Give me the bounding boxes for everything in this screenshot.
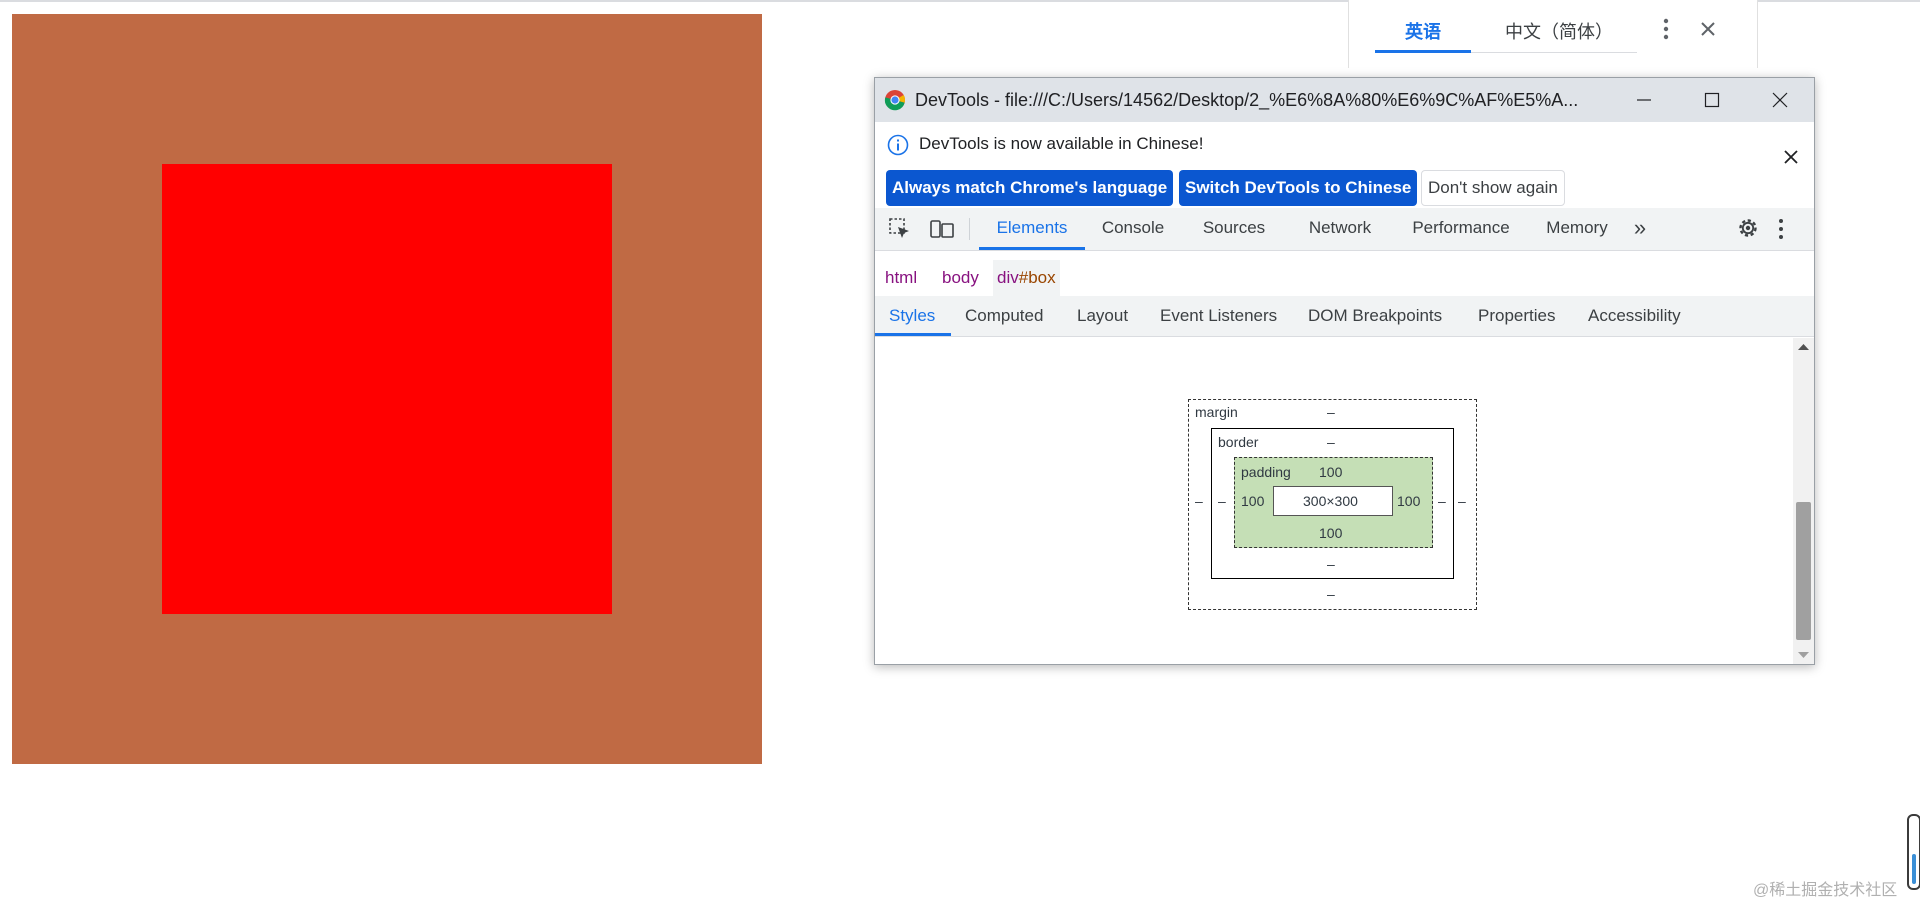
content-size-value[interactable]: 300×300 (1303, 493, 1358, 509)
elements-sidebar-tabs: Styles Computed Layout Event Listeners D… (875, 296, 1814, 337)
translate-active-underline (1375, 50, 1471, 53)
tab-network[interactable]: Network (1295, 208, 1385, 250)
border-right-value[interactable]: – (1438, 493, 1446, 509)
tab-sources[interactable]: Sources (1193, 208, 1275, 250)
crumb-html[interactable]: html (881, 260, 921, 296)
subtab-computed[interactable]: Computed (965, 296, 1043, 336)
margin-right-value[interactable]: – (1458, 493, 1466, 509)
chrome-logo-icon (884, 90, 906, 111)
border-left-value[interactable]: – (1218, 493, 1226, 509)
devtools-titlebar[interactable]: DevTools - file:///C:/Users/14562/Deskto… (875, 78, 1814, 122)
translate-tab-chinese[interactable]: 中文（简体） (1479, 14, 1639, 50)
customize-more-icon[interactable] (1775, 216, 1787, 242)
subtab-layout[interactable]: Layout (1077, 296, 1128, 336)
more-tabs-button[interactable]: » (1625, 208, 1655, 250)
margin-bottom-value[interactable]: – (1327, 586, 1335, 602)
translate-popup: 英语 中文（简体） (1348, 0, 1758, 68)
language-infobar: DevTools is now available in Chinese! Al… (875, 122, 1814, 208)
border-top-value[interactable]: – (1327, 434, 1335, 450)
subtab-event-listeners[interactable]: Event Listeners (1160, 296, 1277, 336)
infobar-message: DevTools is now available in Chinese! (919, 134, 1204, 153)
crumb-div-tag: div (997, 268, 1019, 287)
active-tab-underline (979, 247, 1085, 250)
margin-label: margin (1195, 404, 1238, 420)
crumb-body[interactable]: body (938, 260, 983, 296)
border-bottom-value[interactable]: – (1327, 556, 1335, 572)
margin-top-value[interactable]: – (1327, 404, 1335, 420)
settings-gear-icon[interactable] (1735, 215, 1761, 241)
subtab-accessibility[interactable]: Accessibility (1588, 296, 1681, 336)
active-subtab-underline (875, 333, 951, 336)
box-model-panel: margin – – – – border – – – – padding 10… (875, 338, 1793, 664)
subtab-dom-breakpoints[interactable]: DOM Breakpoints (1308, 296, 1442, 336)
page-scroll-indicator (1912, 854, 1916, 884)
maximize-button[interactable] (1678, 78, 1746, 122)
tab-memory[interactable]: Memory (1536, 208, 1618, 250)
close-icon[interactable] (1693, 14, 1723, 44)
info-icon (887, 134, 909, 156)
padding-label: padding (1241, 464, 1291, 480)
margin-left-value[interactable]: – (1195, 493, 1203, 509)
subtab-properties[interactable]: Properties (1478, 296, 1555, 336)
always-match-language-button[interactable]: Always match Chrome's language (886, 170, 1174, 206)
padding-top-value[interactable]: 100 (1319, 464, 1342, 480)
tab-performance[interactable]: Performance (1400, 208, 1522, 250)
padding-bottom-value[interactable]: 100 (1319, 525, 1342, 541)
window-close-button[interactable] (1746, 78, 1814, 122)
page-scroll-handle[interactable] (1907, 814, 1920, 890)
subtab-styles[interactable]: Styles (889, 296, 935, 336)
tab-elements[interactable]: Elements (979, 208, 1085, 250)
scroll-down-icon[interactable] (1797, 650, 1810, 660)
dom-breadcrumb: html body div#box (875, 260, 1814, 297)
crumb-div-box[interactable]: div#box (993, 260, 1060, 296)
device-toolbar-icon[interactable] (929, 216, 955, 242)
infobar-close-icon[interactable] (1778, 144, 1804, 170)
more-vert-icon[interactable] (1651, 14, 1681, 44)
devtools-window: DevTools - file:///C:/Users/14562/Deskto… (874, 77, 1815, 665)
border-label: border (1218, 434, 1259, 450)
devtools-main-toolbar: Elements Console Sources Network Perform… (875, 208, 1814, 251)
panel-scrollbar[interactable] (1793, 338, 1814, 664)
dont-show-again-button[interactable]: Don't show again (1421, 170, 1565, 206)
inspect-element-icon[interactable] (887, 216, 913, 242)
preview-inner-box (162, 164, 612, 614)
padding-right-value[interactable]: 100 (1397, 493, 1420, 509)
tab-console[interactable]: Console (1093, 208, 1173, 250)
watermark: @稀土掘金技术社区 (1753, 882, 1898, 899)
preview-outer-box (12, 14, 762, 764)
switch-to-chinese-button[interactable]: Switch DevTools to Chinese (1179, 170, 1418, 206)
minimize-button[interactable] (1610, 78, 1678, 122)
toolbar-separator (969, 218, 970, 240)
crumb-div-id: #box (1018, 268, 1056, 287)
scroll-thumb[interactable] (1796, 502, 1811, 640)
scroll-up-icon[interactable] (1797, 342, 1810, 352)
padding-left-value[interactable]: 100 (1241, 493, 1264, 509)
translate-tab-english[interactable]: 英语 (1375, 14, 1471, 50)
devtools-title: DevTools - file:///C:/Users/14562/Deskto… (915, 90, 1579, 110)
